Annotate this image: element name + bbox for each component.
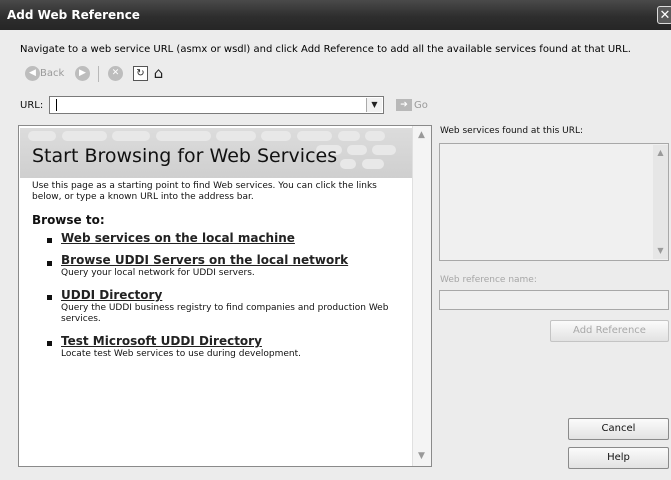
found-services-label: Web services found at this URL: (440, 126, 584, 136)
bullet-icon (47, 261, 52, 266)
scroll-down-icon[interactable]: ▼ (412, 448, 431, 464)
text-caret (56, 99, 57, 111)
link-description: Query the UDDI business registry to find… (61, 303, 389, 324)
link-browse-uddi-local[interactable]: Browse UDDI Servers on the local network (61, 253, 348, 267)
forward-arrow-icon[interactable]: ▶ (75, 66, 90, 81)
banner-decoration (362, 159, 384, 169)
link-description: Locate test Web services to use during d… (61, 349, 301, 359)
banner-decoration (365, 131, 385, 141)
toolbar-separator (98, 66, 99, 82)
add-reference-button[interactable]: Add Reference (550, 320, 669, 342)
banner-decoration (156, 131, 211, 141)
found-services-list[interactable] (439, 143, 669, 261)
browse-to-heading: Browse to: (32, 213, 105, 227)
chevron-down-icon[interactable]: ▼ (366, 98, 382, 112)
ref-name-input[interactable] (439, 290, 669, 310)
banner-decoration (297, 131, 332, 141)
bullet-icon (47, 341, 52, 346)
back-arrow-icon[interactable]: ◀ (25, 66, 40, 81)
ref-name-label: Web reference name: (440, 275, 537, 285)
close-icon: ✕ (659, 8, 671, 23)
window-title: Add Web Reference (7, 8, 140, 22)
banner-decoration (347, 145, 367, 155)
banner-decoration (112, 131, 150, 141)
banner-decoration (338, 131, 360, 141)
bullet-icon (47, 295, 52, 300)
back-button-label[interactable]: Back (40, 68, 64, 79)
banner-decoration (216, 131, 256, 141)
banner-decoration (340, 159, 356, 169)
browser-scrollbar[interactable] (412, 126, 431, 466)
scroll-up-icon[interactable]: ▲ (653, 146, 668, 160)
bullet-icon (47, 238, 52, 243)
banner-decoration (261, 131, 291, 141)
url-input[interactable] (49, 96, 384, 114)
banner-decoration (62, 131, 107, 141)
link-description: Query your local network for UDDI server… (61, 268, 255, 278)
banner-decoration (372, 145, 396, 155)
go-arrow-icon[interactable]: ➔ (396, 99, 412, 111)
link-test-uddi-directory[interactable]: Test Microsoft UDDI Directory (61, 334, 262, 348)
banner-decoration (28, 131, 56, 141)
help-button[interactable]: Help (568, 447, 669, 469)
link-uddi-directory[interactable]: UDDI Directory (61, 288, 162, 302)
intro-text: Use this page as a starting point to fin… (32, 181, 377, 202)
url-label: URL: (20, 100, 44, 111)
link-local-machine[interactable]: Web services on the local machine (61, 231, 295, 245)
scroll-up-icon[interactable]: ▲ (412, 127, 431, 143)
refresh-icon[interactable]: ↻ (133, 66, 148, 81)
go-button-label[interactable]: Go (414, 100, 428, 111)
cancel-button[interactable]: Cancel (568, 418, 669, 440)
scroll-down-icon[interactable]: ▼ (653, 244, 668, 258)
page-heading: Start Browsing for Web Services (32, 145, 338, 167)
close-button[interactable]: ✕ (657, 6, 671, 24)
home-icon[interactable]: ⌂ (151, 66, 166, 81)
found-list-scrollbar[interactable] (653, 145, 668, 259)
instructions-text: Navigate to a web service URL (asmx or w… (20, 44, 631, 55)
stop-icon[interactable]: ✕ (108, 66, 123, 81)
